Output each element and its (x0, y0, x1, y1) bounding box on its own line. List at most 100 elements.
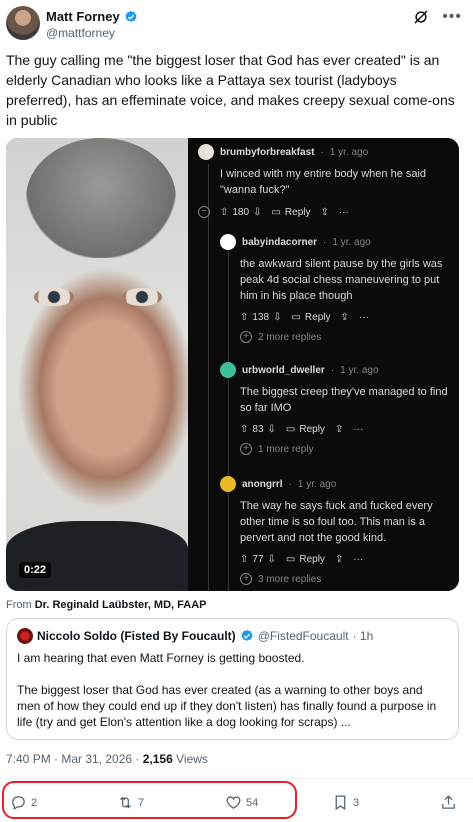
comment-time: 1 yr. ago (329, 146, 369, 158)
comment-header: urbworld_dweller · 1 yr. ago (220, 362, 455, 378)
vote-group: ⇧ 77 ⇩ (240, 554, 276, 565)
vote-group: ⇧ 180 ⇩ (220, 207, 261, 218)
reply-label: Reply (299, 554, 325, 565)
reply-label: Reply (299, 424, 325, 435)
comment-more-icon: ··· (338, 206, 349, 218)
more-replies: + 3 more replies (240, 573, 455, 585)
media-source: From Dr. Reginald Laübster, MD, FAAP (6, 599, 207, 611)
tweet-timestamp[interactable]: 7:40 PM · Mar 31, 2026 · (6, 752, 139, 766)
vote-group: ⇧ 138 ⇩ (240, 312, 281, 323)
downvote-icon: ⇩ (273, 312, 282, 323)
comment-score: 77 (252, 554, 264, 565)
tweet-meta: 7:40 PM · Mar 31, 2026 · 2,156 Views (6, 752, 208, 766)
thread-comment: brumbyforbreakfast · 1 yr. ago I winced … (198, 144, 453, 218)
reply-group: ▭ Reply (271, 207, 310, 218)
more-replies: + 2 more replies (240, 331, 455, 343)
comment-score: 180 (232, 206, 250, 218)
quote-text: I am hearing that even Matt Forney is ge… (17, 650, 448, 730)
collapse-icon: − (198, 206, 210, 218)
reply-label: Reply (284, 206, 311, 218)
author-name[interactable]: Matt Forney (46, 9, 120, 24)
quote-avatar (17, 628, 33, 644)
comment-user: brumbyforbreakfast (220, 146, 315, 158)
quote-author-name: Niccolo Soldo (Fisted By Foucault) (37, 629, 236, 643)
thread-comment: anongrrl · 1 yr. ago The way he says fuc… (220, 476, 455, 585)
right-eye-shape (122, 288, 162, 306)
comment-user: babyindacorner (242, 236, 318, 248)
highlight-annotation (2, 781, 297, 819)
header-actions: ••• (412, 8, 462, 26)
quoted-tweet[interactable]: Niccolo Soldo (Fisted By Foucault) @Fist… (6, 618, 459, 740)
comment-separator: · (320, 146, 324, 158)
expand-icon: + (240, 443, 252, 455)
downvote-icon: ⇩ (267, 554, 276, 565)
bookmark-icon (335, 795, 346, 811)
divider (0, 778, 473, 779)
avatar[interactable] (6, 6, 40, 40)
comment-separator: · (330, 364, 335, 376)
share-icon: ⇪ (320, 206, 329, 218)
reply-group: ▭ Reply (286, 424, 325, 435)
views-label: Views (176, 752, 208, 766)
downvote-icon: ⇩ (253, 206, 262, 218)
expand-icon: + (240, 331, 252, 343)
views-count: 2,156 (142, 752, 173, 766)
downvote-icon: ⇩ (267, 424, 276, 435)
user-avatar-icon (220, 476, 236, 492)
share-icon: ⇪ (340, 312, 349, 323)
comment-score: 83 (252, 424, 264, 435)
verified-badge-icon (125, 10, 137, 22)
bookmark-button[interactable]: 3 (332, 794, 359, 811)
comment-body: The way he says fuck and fucked every ot… (240, 500, 433, 544)
quote-paragraph: The biggest loser that God has ever crea… (17, 683, 437, 729)
shirt-shape (6, 521, 188, 591)
left-eye-shape (34, 288, 74, 306)
comment-body: the awkward silent pause by the girls wa… (240, 258, 443, 302)
comment-more-icon: ··· (353, 554, 364, 565)
video-media[interactable]: brumbyforbreakfast · 1 yr. ago I winced … (6, 138, 459, 591)
grok-icon[interactable] (412, 8, 430, 26)
reply-icon: ▭ (271, 206, 281, 218)
upvote-icon: ⇧ (240, 312, 249, 323)
share-button[interactable] (440, 794, 457, 811)
share-icon: ⇪ (334, 554, 344, 565)
source-prefix: From (6, 599, 32, 611)
hair-shape (26, 138, 176, 258)
comment-actions: − ⇧ 180 ⇩ ▭ Reply ⇪ ··· (198, 206, 453, 218)
tweet-header: Matt Forney @mattforney ••• (6, 6, 466, 42)
more-replies: + 1 more reply (240, 443, 455, 455)
comment-body: I winced with my entire body when he sai… (220, 168, 427, 196)
verified-badge-icon (241, 629, 253, 641)
more-replies-label: 1 more reply (258, 443, 314, 455)
comment-actions: ⇧ 77 ⇩ ▭ Reply ⇪ ··· (240, 554, 455, 565)
reply-label: Reply (304, 312, 331, 323)
quote-author-handle: @FistedFoucault (257, 629, 349, 643)
author-handle[interactable]: @mattforney (46, 26, 115, 40)
upvote-icon: ⇧ (240, 424, 249, 435)
more-replies-label: 2 more replies (258, 331, 322, 343)
comment-score: 138 (252, 312, 270, 323)
comment-header: babyindacorner · 1 yr. ago (220, 234, 455, 250)
tweet-text: The guy calling me "the biggest loser th… (6, 52, 455, 128)
comment-header: brumbyforbreakfast · 1 yr. ago (198, 144, 453, 160)
share-icon: ⇪ (334, 424, 344, 435)
upvote-icon: ⇧ (240, 554, 249, 565)
reply-group: ▭ Reply (291, 312, 330, 323)
thread-comment: urbworld_dweller · 1 yr. ago The biggest… (220, 362, 455, 455)
comment-header: anongrrl · 1 yr. ago (220, 476, 455, 492)
quote-time: · 1h (352, 629, 374, 643)
video-face-image (6, 138, 188, 591)
comment-user: anongrrl (242, 478, 283, 490)
bookmark-count: 3 (353, 796, 360, 809)
quote-header: Niccolo Soldo (Fisted By Foucault) @Fist… (17, 628, 448, 644)
source-name[interactable]: Dr. Reginald Laübster, MD, FAAP (35, 599, 207, 611)
user-avatar-icon (220, 362, 236, 378)
share-icon (442, 795, 455, 809)
comment-time: 1 yr. ago (297, 478, 337, 490)
comment-more-icon: ··· (358, 312, 369, 323)
author-name-row: Matt Forney (46, 9, 138, 24)
quote-paragraph: I am hearing that even Matt Forney is ge… (17, 651, 305, 665)
comment-separator: · (323, 236, 327, 248)
more-options-icon[interactable]: ••• (442, 9, 462, 25)
reply-group: ▭ Reply (286, 554, 325, 565)
